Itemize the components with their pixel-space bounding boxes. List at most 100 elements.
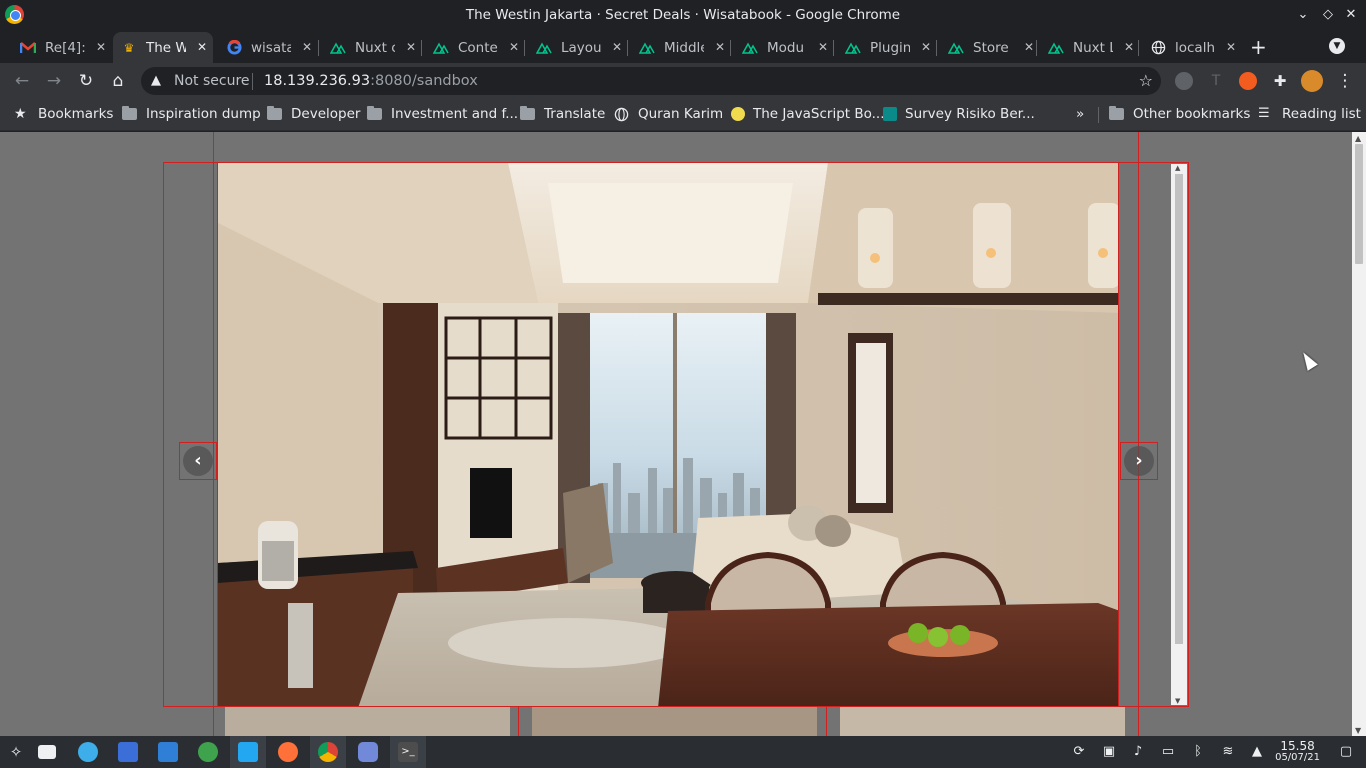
battery-icon[interactable]: ▭ [1160,744,1176,760]
tab-close-icon[interactable]: ✕ [1226,40,1236,54]
store-icon[interactable] [118,742,138,762]
tab-westin[interactable]: ♛ The W ✕ [113,32,213,63]
vscode-icon[interactable] [238,742,258,762]
thumbnail-1[interactable] [225,707,510,736]
bookmarks-overflow-icon[interactable]: » [1076,106,1084,122]
tab-close-icon[interactable]: ✕ [921,40,931,54]
tab-google-search[interactable]: wisata ✕ [218,32,318,63]
tab-gmail[interactable]: Re[4]: I ✕ [12,32,112,63]
tab-close-icon[interactable]: ✕ [818,40,828,54]
tab-nuxt-4[interactable]: Middle ✕ [631,32,731,63]
thumbnail-3[interactable] [840,707,1125,736]
address-bar[interactable]: ▲ Not secure 18.139.236.93:8080/sandbox … [141,67,1161,95]
editor-icon[interactable] [198,742,218,762]
tab-close-icon[interactable]: ✕ [197,40,207,54]
firefox-icon[interactable] [278,742,298,762]
tab-close-icon[interactable]: ✕ [1124,40,1134,54]
bookmark-javascript[interactable]: The JavaScript Bo... [731,106,885,122]
reload-icon[interactable]: ↻ [74,69,98,93]
bluetooth-icon[interactable]: ᛒ [1190,744,1206,760]
nuxt-icon [330,40,346,56]
bookmark-survey[interactable]: Survey Risiko Ber... [883,106,1035,122]
bookmark-label: Reading list [1282,106,1361,122]
discord-icon[interactable] [358,742,378,762]
url-path: :8080/sandbox [370,73,478,89]
tab-close-icon[interactable]: ✕ [612,40,622,54]
forward-icon[interactable]: → [42,69,66,93]
new-tab-button[interactable]: + [1250,35,1267,59]
folder-app-icon[interactable] [158,742,178,762]
folder-icon [520,106,535,120]
browser-blue-icon[interactable] [78,742,98,762]
security-label[interactable]: Not secure [174,73,250,89]
gallery-scrollbar[interactable]: ▲ ▼ [1171,164,1187,705]
tab-close-icon[interactable]: ✕ [96,40,106,54]
back-icon[interactable]: ← [10,69,34,93]
nuxt-icon [948,40,964,56]
tab-close-icon[interactable]: ✕ [302,40,312,54]
volume-icon[interactable]: ♪ [1130,744,1146,760]
file-manager-icon[interactable] [38,745,56,759]
tab-nuxt-8[interactable]: Nuxt L ✕ [1040,32,1140,63]
tab-nuxt-2[interactable]: Conte ✕ [425,32,525,63]
bookmark-label: Survey Risiko Ber... [905,106,1035,122]
tab-label: wisata [251,39,291,56]
carousel-next-button[interactable]: › [1124,446,1154,476]
app-launcher-icon[interactable]: ✧ [6,742,26,762]
thumbnail-2[interactable] [532,707,817,736]
extensions-puzzle-icon[interactable]: ✚ [1271,72,1289,90]
bookmark-folder-inspiration[interactable]: Inspiration dump [122,106,261,122]
menu-kebab-icon[interactable]: ⋮ [1333,69,1357,93]
tray-expand-icon[interactable]: ▲ [1249,744,1265,760]
tab-close-icon[interactable]: ✕ [406,40,416,54]
carousel-prev-button[interactable]: ‹ [183,446,213,476]
tab-close-icon[interactable]: ✕ [1024,40,1034,54]
tab-nuxt-6[interactable]: Plugin ✕ [837,32,937,63]
bookmark-folder-translate[interactable]: Translate [520,106,605,122]
room-photo [217,162,1119,707]
reading-list[interactable]: ☰ Reading list [1258,106,1361,122]
maximize-icon[interactable]: ◇ [1318,5,1338,25]
minimize-icon[interactable]: ⌄ [1293,5,1313,25]
tab-label: Nuxt c [355,39,395,56]
sync-icon[interactable]: ⟳ [1071,744,1087,760]
clock[interactable]: 15.58 05/07/21 [1275,740,1320,764]
wifi-icon[interactable]: ≋ [1220,744,1236,760]
clock-date: 05/07/21 [1275,752,1320,763]
window-titlebar: The Westin Jakarta · Secret Deals · Wisa… [0,0,1366,30]
tab-nuxt-3[interactable]: Layou ✕ [528,32,628,63]
extension-owl-icon[interactable] [1175,72,1193,90]
tab-nuxt-5[interactable]: Modu ✕ [734,32,834,63]
nuxt-icon [536,40,552,56]
bookmarks-bar: ★ Bookmarks Inspiration dump Developer In… [0,99,1366,131]
tab-nuxt-7[interactable]: Store c ✕ [940,32,1040,63]
warning-icon[interactable]: ▲ [151,73,161,88]
crown-icon: ♛ [123,40,135,55]
show-desktop-icon[interactable]: ▢ [1338,744,1354,760]
bookmark-quran[interactable]: Quran Karim [614,106,723,122]
bookmark-folder-developer[interactable]: Developer [267,106,360,122]
url-text[interactable]: 18.139.236.93:8080/sandbox [264,73,478,89]
terminal-icon[interactable]: >_ [398,742,418,762]
extension-orange-icon[interactable] [1239,72,1257,90]
tab-search-icon[interactable]: ▼ [1329,38,1345,54]
bookmark-star-icon[interactable]: ☆ [1139,71,1153,90]
bookmark-other[interactable]: Other bookmarks [1109,106,1250,122]
tab-close-icon[interactable]: ✕ [509,40,519,54]
folder-icon [1109,106,1124,120]
tab-nuxt-1[interactable]: Nuxt c ✕ [322,32,422,63]
profile-avatar[interactable] [1301,70,1323,92]
home-icon[interactable]: ⌂ [106,69,130,93]
clipboard-icon[interactable]: ▣ [1101,744,1117,760]
nuxt-icon [1048,40,1064,56]
bookmark-folder-investment[interactable]: Investment and f... [367,106,518,122]
tab-label: Store c [973,39,1013,56]
extension-t-icon[interactable]: T [1207,72,1225,90]
chrome-taskbar-icon[interactable] [318,742,338,762]
close-window-icon[interactable]: ✕ [1341,5,1361,25]
bookmark-bookmarks[interactable]: ★ Bookmarks [14,106,113,122]
tab-close-icon[interactable]: ✕ [715,40,725,54]
carousel-prev-outline: ‹ [179,442,217,480]
page-scrollbar[interactable]: ▲ ▼ [1352,132,1366,736]
tab-localhost[interactable]: localho ✕ [1142,32,1242,63]
